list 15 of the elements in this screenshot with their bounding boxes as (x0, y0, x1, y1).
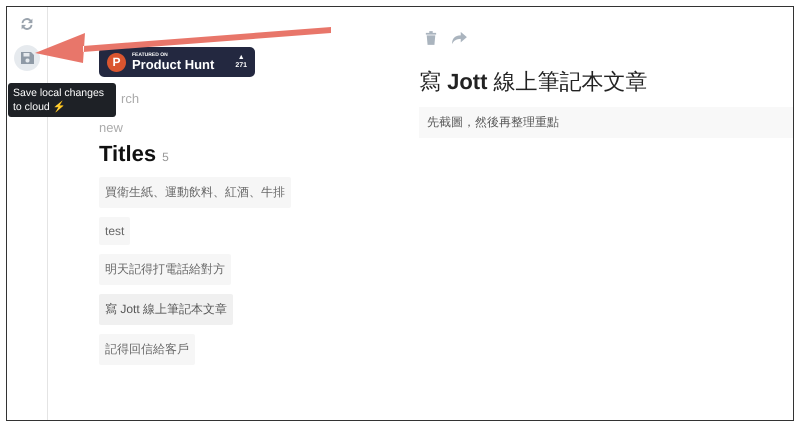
save-icon[interactable] (14, 45, 40, 71)
note-body[interactable]: 先截圖，然後再整理重點 (419, 107, 793, 138)
note-title-item[interactable]: 買衛生紙、運動飲料、紅酒、牛排 (99, 177, 291, 208)
note-title-item[interactable]: 明天記得打電話給對方 (99, 254, 231, 285)
note-title-item[interactable]: 寫 Jott 線上筆記本文章 (99, 294, 234, 325)
product-hunt-name: Product Hunt (132, 58, 214, 71)
note-title-item[interactable]: test (99, 217, 130, 245)
titles-count: 5 (162, 150, 169, 164)
titles-heading: Titles (99, 141, 156, 167)
note-title[interactable]: 寫 Jott 線上筆記本文章 (419, 67, 793, 97)
share-icon[interactable] (451, 31, 467, 45)
trash-icon[interactable] (425, 31, 437, 45)
product-hunt-logo: P (107, 52, 126, 72)
note-title-item[interactable]: 記得回信給客戶 (99, 334, 195, 365)
tooltip: Save local changes to cloud ⚡ (8, 83, 116, 117)
